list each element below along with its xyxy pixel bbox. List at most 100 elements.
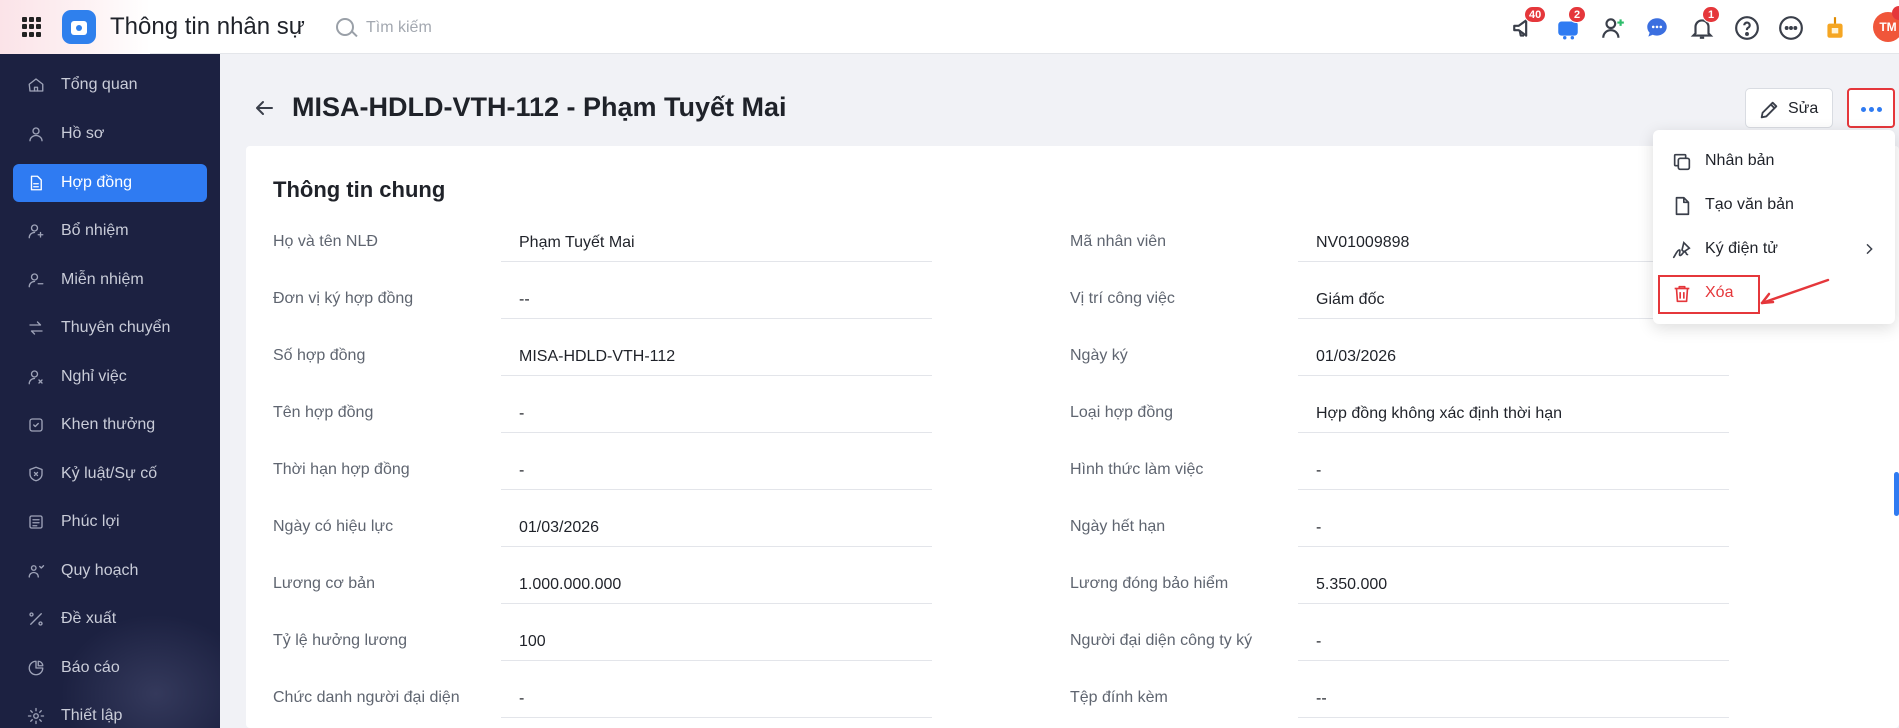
app-logo xyxy=(62,10,96,44)
user-plus-icon xyxy=(28,224,44,239)
delete-highlight-box xyxy=(1658,275,1760,314)
notification-count-badge: 1 xyxy=(1702,6,1720,23)
help-button[interactable] xyxy=(1731,12,1763,44)
sidebar-item-label: Bổ nhiệm xyxy=(61,222,129,239)
sidebar-item-6[interactable]: Thuyên chuyển xyxy=(13,309,207,347)
sidebar-item-7[interactable]: Nghỉ việc xyxy=(13,358,207,396)
field-label: Người đại diện công ty ký xyxy=(1070,632,1253,649)
back-arrow-icon[interactable] xyxy=(252,96,276,120)
sidebar-item-label: Hồ sơ xyxy=(61,125,105,142)
field-value: - xyxy=(519,690,525,707)
field-value: - xyxy=(1316,462,1322,479)
pencil-icon xyxy=(1760,101,1778,119)
scrollbar-handle[interactable] xyxy=(1894,472,1899,516)
menu-item-e-sign[interactable]: Ký điện tử xyxy=(1653,229,1895,269)
notification-button[interactable]: 1 xyxy=(1686,6,1720,44)
announcement-count-badge: 40 xyxy=(1524,6,1547,23)
shield-icon xyxy=(29,466,43,482)
app-title: Thông tin nhân sự xyxy=(110,13,305,40)
field-label: Chức danh người đại diện xyxy=(273,689,460,706)
field-value: - xyxy=(519,462,525,479)
field-label: Mã nhân viên xyxy=(1070,233,1167,250)
event-button[interactable] xyxy=(1819,12,1851,44)
sidebar-item-12[interactable]: Đề xuất xyxy=(13,600,207,638)
menu-item-create-document[interactable]: Tạo văn bản xyxy=(1653,185,1895,225)
cart-button[interactable]: 2 xyxy=(1552,6,1586,44)
sidebar-item-label: Tổng quan xyxy=(61,76,138,93)
search-input[interactable] xyxy=(366,16,566,40)
menu-item-label: Nhân bản xyxy=(1705,152,1775,169)
sidebar-item-4[interactable]: Bổ nhiệm xyxy=(13,212,207,250)
field-underline xyxy=(1298,603,1729,604)
field-label: Hình thức làm việc xyxy=(1070,461,1204,478)
cart-count-badge: 2 xyxy=(1568,6,1586,23)
field-value: - xyxy=(519,405,525,422)
sidebar-item-10[interactable]: Phúc lợi xyxy=(13,503,207,541)
field-underline xyxy=(501,432,932,433)
lantern-icon xyxy=(1827,17,1843,38)
field-label: Vị trí công việc xyxy=(1070,290,1175,307)
field-underline xyxy=(1298,432,1729,433)
avatar-status-badge xyxy=(1892,6,1899,20)
sidebar-item-1[interactable]: Tổng quan xyxy=(13,66,207,104)
announcement-button[interactable]: 40 xyxy=(1508,6,1547,44)
annotation-arrow-icon xyxy=(1760,278,1830,305)
sidebar-item-13[interactable]: Báo cáo xyxy=(13,649,207,687)
home-icon xyxy=(28,78,44,92)
menu-item-duplicate[interactable]: Nhân bản xyxy=(1653,141,1895,181)
field-underline xyxy=(501,261,932,262)
field-value: 1.000.000.000 xyxy=(519,576,622,593)
sidebar-item-label: Hợp đồng xyxy=(61,174,132,191)
more-actions-button[interactable] xyxy=(1847,88,1895,128)
field-label: Tỷ lệ hưởng lương xyxy=(273,632,408,649)
sidebar-item-8[interactable]: Khen thưởng xyxy=(13,406,207,444)
chat-button[interactable] xyxy=(1641,12,1673,44)
field-value: - xyxy=(1316,519,1322,536)
field-underline xyxy=(1298,375,1729,376)
app-launcher-icon[interactable] xyxy=(22,17,42,37)
copy-icon xyxy=(1673,153,1691,171)
sidebar-item-label: Thiết lập xyxy=(61,707,123,724)
field-value: 01/03/2026 xyxy=(1316,348,1397,365)
award-icon xyxy=(29,418,43,432)
field-underline xyxy=(501,489,932,490)
settings-icon xyxy=(27,707,45,725)
report-icon xyxy=(28,660,44,676)
field-underline xyxy=(501,717,932,718)
sidebar-item-5[interactable]: Miễn nhiệm xyxy=(13,261,207,299)
add-contact-button[interactable] xyxy=(1597,12,1629,44)
field-underline xyxy=(501,318,932,319)
sidebar-item-3[interactable]: Hợp đồng xyxy=(13,164,207,202)
field-value: MISA-HDLD-VTH-112 xyxy=(519,348,676,365)
search-box[interactable] xyxy=(336,14,576,42)
sidebar-item-14[interactable]: Thiết lập xyxy=(13,697,207,728)
field-underline xyxy=(1298,660,1729,661)
signature-icon xyxy=(1672,241,1691,259)
field-label: Lương đóng bảo hiểm xyxy=(1070,575,1229,592)
sidebar-item-label: Đề xuất xyxy=(61,610,117,627)
field-value: Phạm Tuyết Mai xyxy=(519,234,635,251)
sidebar-item-label: Thuyên chuyển xyxy=(61,319,171,336)
document-icon xyxy=(30,175,42,191)
user-minus-icon xyxy=(28,273,44,288)
sidebar-item-label: Khen thưởng xyxy=(61,416,156,433)
sidebar-item-11[interactable]: Quy hoạch xyxy=(13,552,207,590)
sidebar-item-label: Báo cáo xyxy=(61,659,120,676)
top-bar: Thông tin nhân sự 40 2 1 TM xyxy=(0,0,1899,54)
user-icon xyxy=(29,127,43,142)
user-plus-icon xyxy=(1602,18,1624,38)
edit-button[interactable]: Sửa xyxy=(1745,88,1833,128)
more-circle-icon xyxy=(1779,16,1803,40)
more-apps-button[interactable] xyxy=(1775,12,1807,44)
sidebar-item-label: Miễn nhiệm xyxy=(61,271,144,288)
sidebar-item-9[interactable]: Kỷ luật/Sự cố xyxy=(13,455,207,493)
sidebar-item-2[interactable]: Hồ sơ xyxy=(13,115,207,153)
help-icon xyxy=(1735,16,1759,40)
field-label: Ngày có hiệu lực xyxy=(273,518,394,535)
field-value: Giám đốc xyxy=(1316,291,1385,308)
field-underline xyxy=(1298,717,1729,718)
field-underline xyxy=(501,603,932,604)
sidebar-item-label: Phúc lợi xyxy=(61,513,120,530)
field-value: Hợp đồng không xác định thời hạn xyxy=(1316,405,1563,422)
field-underline xyxy=(501,375,932,376)
